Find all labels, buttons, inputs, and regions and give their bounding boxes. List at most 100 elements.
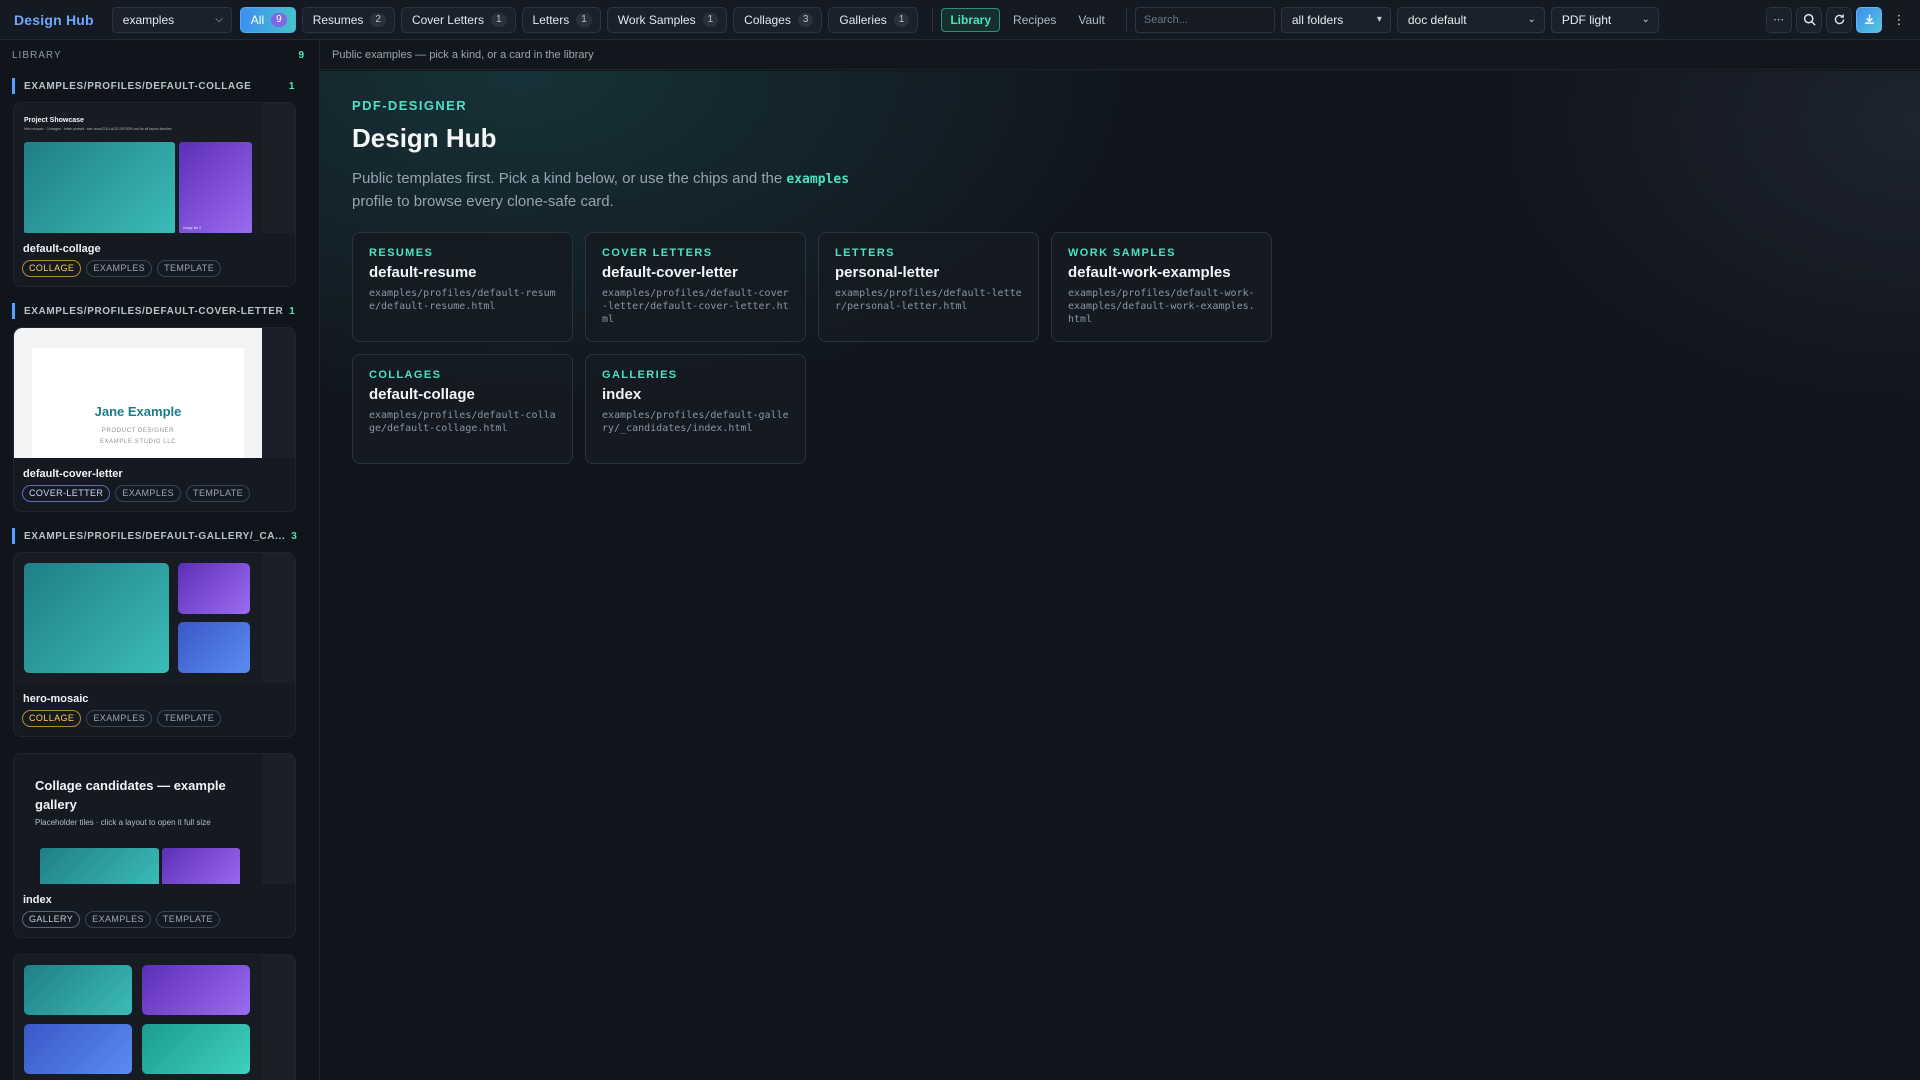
chip-label: All [250, 12, 265, 27]
search-input[interactable] [1134, 6, 1275, 33]
kind-card-resumes[interactable]: RESUMES default-resume examples/profiles… [352, 232, 573, 342]
kind-card-cover-letters[interactable]: COVER LETTERS default-cover-letter examp… [585, 232, 806, 342]
filter-chip-collages[interactable]: Collages 3 [733, 6, 823, 33]
filter-chip-all[interactable]: All 9 [239, 6, 296, 33]
preview-subheading: Hero mosaic · 3 images · letter portrait… [24, 127, 172, 131]
filter-chip-cover-letters[interactable]: Cover Letters 1 [400, 6, 516, 33]
refresh-button[interactable] [1826, 6, 1852, 33]
tag-template[interactable]: TEMPLATE [157, 260, 222, 277]
filter-chip-resumes[interactable]: Resumes 2 [301, 6, 395, 33]
doc-select-value: doc default [1407, 12, 1467, 27]
top-toolbar: Design Hub examples ⌵ All 9 Resumes 2 Co… [0, 0, 1920, 40]
doc-style-select[interactable]: doc default ⌄ [1396, 6, 1545, 33]
library-card-grid-preview[interactable] [13, 954, 296, 1080]
image-tile [178, 563, 250, 614]
breadcrumb: Public examples — pick a kind, or a card… [320, 40, 1920, 70]
tag-collage[interactable]: COLLAGE [22, 710, 82, 727]
nav-recipes[interactable]: Recipes [1004, 8, 1065, 32]
kind-name: index [602, 386, 642, 403]
app-brand[interactable]: Design Hub [14, 12, 94, 28]
main-content: PDF-DESIGNER Design Hub Public templates… [320, 71, 1920, 1080]
nav-library[interactable]: Library [941, 7, 1001, 32]
tag-cover-letter[interactable]: COVER-LETTER [22, 485, 111, 502]
card-tags: COLLAGE EXAMPLES TEMPLATE [14, 710, 295, 736]
image-tile [24, 1024, 132, 1074]
filter-chip-work-samples[interactable]: Work Samples 1 [606, 6, 728, 33]
intro-text: profile to browse every clone-safe card. [352, 193, 614, 210]
library-group-header[interactable]: EXAMPLES/PROFILES/DEFAULT-GALLERY/_CA...… [12, 528, 297, 544]
kind-label: RESUMES [369, 247, 434, 259]
kind-path: examples/profiles/default-cover-letter/d… [602, 288, 789, 325]
group-count: 1 [289, 305, 296, 317]
tag-template[interactable]: TEMPLATE [155, 911, 220, 928]
group-count: 1 [288, 80, 295, 92]
library-card-default-cover-letter[interactable]: Jane Example PRODUCT DESIGNER EXAMPLE ST… [13, 327, 296, 512]
nav-vault[interactable]: Vault [1069, 8, 1113, 32]
card-tags: COLLAGE EXAMPLES TEMPLATE [14, 260, 295, 286]
card-tags: COVER-LETTER EXAMPLES TEMPLATE [14, 485, 295, 511]
card-title: default-cover-letter [23, 468, 123, 480]
toolbar-divider [932, 7, 934, 32]
thumbnail-gutter [262, 754, 295, 884]
card-thumbnail: Jane Example PRODUCT DESIGNER EXAMPLE ST… [14, 328, 295, 458]
library-card-default-collage[interactable]: Project Showcase Hero mosaic · 3 images … [13, 102, 296, 287]
tag-collage[interactable]: COLLAGE [22, 260, 82, 277]
chip-label: Work Samples [617, 12, 696, 27]
tag-gallery[interactable]: GALLERY [22, 911, 81, 928]
tag-template[interactable]: TEMPLATE [157, 710, 222, 727]
search-button[interactable] [1796, 6, 1822, 33]
download-icon [1864, 14, 1874, 24]
preview-name: Jane Example [94, 404, 182, 419]
kind-path: examples/profiles/default-resume/default… [369, 288, 556, 312]
image-tile [162, 848, 240, 884]
filter-chip-galleries[interactable]: Galleries 1 [828, 6, 919, 33]
filter-chip-letters[interactable]: Letters 1 [521, 6, 601, 33]
card-thumbnail: Project Showcase Hero mosaic · 3 images … [14, 103, 295, 233]
theme-select-value: PDF light [1561, 12, 1612, 27]
tag-template[interactable]: TEMPLATE [186, 485, 251, 502]
image-tile [142, 1024, 250, 1074]
tag-examples[interactable]: EXAMPLES [115, 485, 182, 502]
page-eyebrow: PDF-DESIGNER [352, 98, 468, 113]
kind-path: examples/profiles/default-work-examples/… [1068, 288, 1255, 325]
library-group-header[interactable]: EXAMPLES/PROFILES/DEFAULT-COVER-LETTER 1 [12, 303, 295, 319]
image-tile [142, 965, 250, 1015]
ellipsis-icon: ⋯ [1773, 14, 1785, 26]
thumbnail-gutter [262, 553, 295, 683]
card-title: default-collage [23, 243, 101, 255]
thumbnail-gutter [262, 955, 295, 1080]
thumbnail-gutter [262, 103, 295, 233]
thumbnail-gutter [262, 328, 295, 458]
preview-heading: Collage candidates — example gallery [35, 778, 226, 812]
library-card-index[interactable]: Collage candidates — example gallery Pla… [13, 753, 296, 938]
folders-select[interactable]: all folders ▾ [1280, 6, 1391, 33]
profile-select[interactable]: examples ⌵ [111, 6, 232, 33]
menu-button[interactable]: ⋮ [1886, 7, 1912, 33]
library-group-header[interactable]: EXAMPLES/PROFILES/DEFAULT-COLLAGE 1 [12, 78, 295, 94]
kind-card-galleries[interactable]: GALLERIES index examples/profiles/defaul… [585, 354, 806, 464]
kind-name: personal-letter [835, 264, 940, 281]
download-button[interactable] [1856, 6, 1882, 33]
library-header: LIBRARY 9 [0, 40, 319, 70]
kind-card-work-samples[interactable]: WORK SAMPLES default-work-examples examp… [1051, 232, 1272, 342]
library-card-hero-mosaic[interactable]: hero-mosaic COLLAGE EXAMPLES TEMPLATE [13, 552, 296, 737]
card-title: hero-mosaic [23, 693, 89, 705]
gallery-preview: Collage candidates — example gallery Pla… [14, 754, 262, 884]
more-options-button[interactable]: ⋯ [1766, 6, 1792, 33]
theme-select[interactable]: PDF light ⌄ [1550, 6, 1659, 33]
image-tile [40, 848, 159, 884]
card-thumbnail: Collage candidates — example gallery Pla… [14, 754, 295, 884]
profile-select-value: examples [122, 12, 175, 27]
chip-label: Cover Letters [411, 12, 484, 27]
tag-examples[interactable]: EXAMPLES [86, 260, 153, 277]
kind-card-letters[interactable]: LETTERS personal-letter examples/profile… [818, 232, 1039, 342]
kind-label: COLLAGES [369, 369, 442, 381]
refresh-icon [1834, 14, 1844, 25]
chip-label: Resumes [312, 12, 364, 27]
collage-preview: Project Showcase Hero mosaic · 3 images … [14, 103, 262, 233]
kind-card-collages[interactable]: COLLAGES default-collage examples/profil… [352, 354, 573, 464]
card-tags: GALLERY EXAMPLES TEMPLATE [14, 911, 295, 937]
tag-examples[interactable]: EXAMPLES [85, 911, 151, 928]
tag-examples[interactable]: EXAMPLES [86, 710, 153, 727]
image-tile [178, 622, 250, 673]
